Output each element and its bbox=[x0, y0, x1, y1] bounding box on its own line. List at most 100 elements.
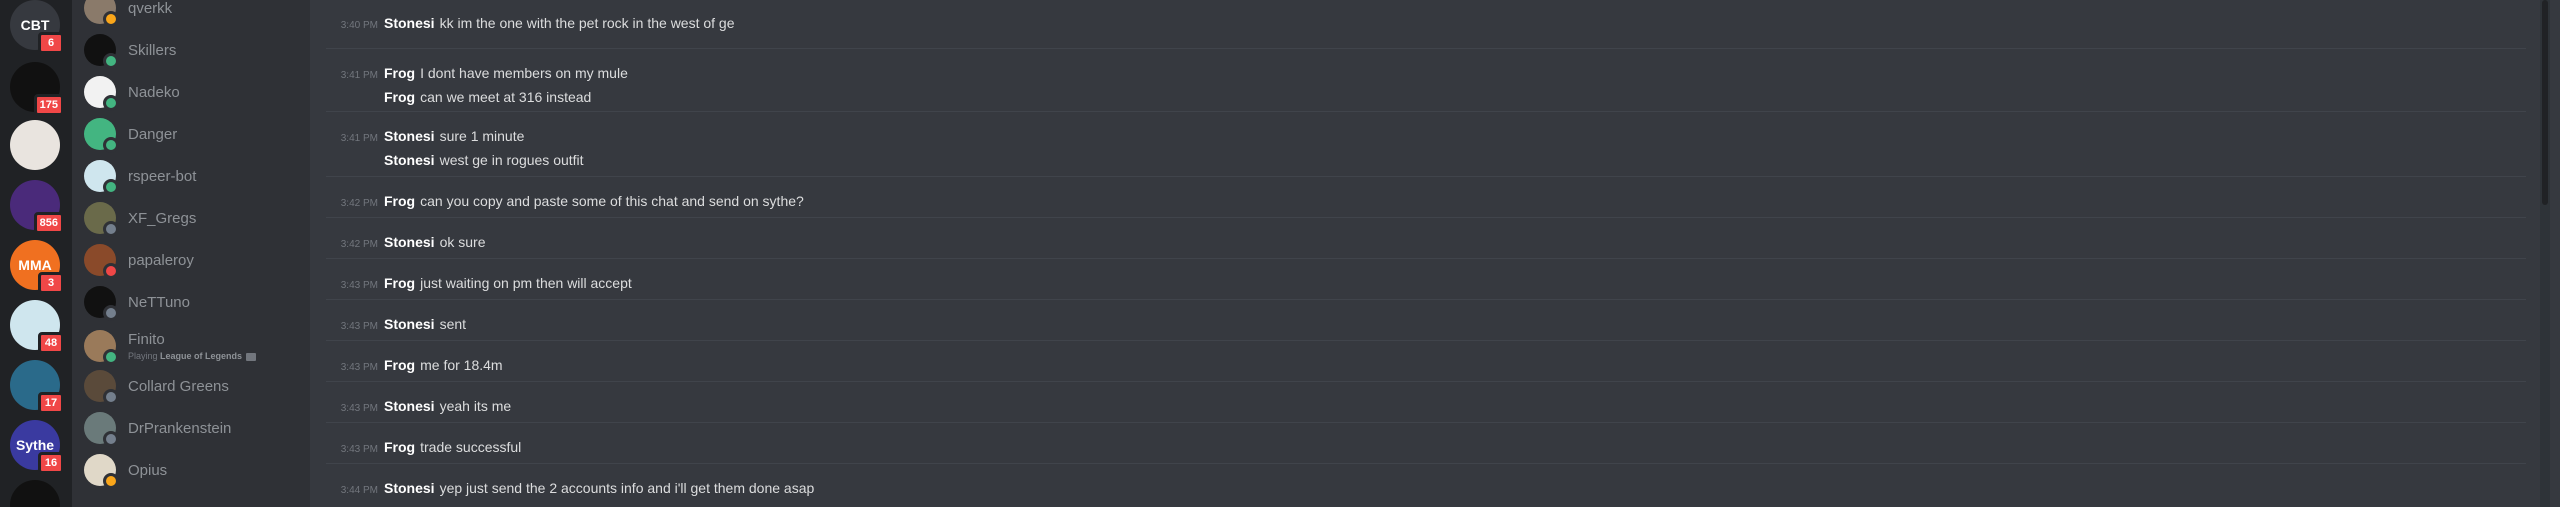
message-author[interactable]: Frog bbox=[384, 189, 415, 213]
member-text: Finito Playing League of Legends bbox=[128, 331, 257, 361]
scrollbar-thumb[interactable] bbox=[2542, 0, 2548, 205]
status-indicator bbox=[103, 349, 119, 365]
message-author[interactable]: Stonesi bbox=[384, 476, 435, 500]
member-name: XF_Gregs bbox=[128, 209, 197, 227]
message-author[interactable]: Frog bbox=[384, 61, 415, 85]
server-icon[interactable]: 48 bbox=[10, 300, 64, 354]
message-group: 3:42 PM Stonesi ok sure bbox=[326, 217, 2526, 254]
message-group: 3:41 PM Frog I dont have members on my mul… bbox=[326, 48, 2526, 109]
status-indicator bbox=[103, 305, 119, 321]
message-author[interactable]: Stonesi bbox=[384, 11, 435, 35]
mention-badge: 16 bbox=[38, 452, 64, 474]
server-label: MMA bbox=[18, 257, 52, 273]
server-icon[interactable]: 175 bbox=[10, 62, 64, 116]
avatar bbox=[84, 286, 119, 321]
member-item[interactable]: Collard Greens bbox=[82, 366, 302, 406]
message-line: 3:41 PM Stonesi sure 1 minute bbox=[326, 124, 2526, 148]
member-text: rspeer-bot bbox=[128, 168, 196, 185]
mention-badge: 175 bbox=[33, 94, 64, 116]
member-text: Opius bbox=[128, 462, 167, 479]
server-icon[interactable] bbox=[10, 480, 60, 507]
message-author[interactable]: Stonesi bbox=[384, 148, 435, 172]
member-text: NeTTuno bbox=[128, 294, 190, 311]
message-timestamp: 3:42 PM bbox=[340, 198, 378, 209]
message-author[interactable]: Frog bbox=[384, 271, 415, 295]
member-name: Skillers bbox=[128, 41, 177, 59]
message-author[interactable]: Frog bbox=[384, 353, 415, 377]
message-timestamp: 3:41 PM bbox=[340, 133, 378, 144]
message-line: 3:41 PM Frog I dont have members on my mul… bbox=[326, 61, 2526, 85]
mention-badge: 48 bbox=[38, 332, 64, 354]
mention-badge: 3 bbox=[38, 272, 64, 294]
member-item[interactable]: NeTTuno bbox=[82, 282, 302, 322]
status-indicator bbox=[103, 431, 119, 447]
message-author[interactable]: Stonesi bbox=[384, 394, 435, 418]
message-author[interactable]: Stonesi bbox=[384, 124, 435, 148]
member-item[interactable]: Nadeko bbox=[82, 72, 302, 112]
message-group: 3:43 PM Frog me for 18.4m bbox=[326, 340, 2526, 377]
member-item[interactable]: Skillers bbox=[82, 30, 302, 70]
message-group: 3:43 PM Stonesi yeah its me bbox=[326, 381, 2526, 418]
status-indicator bbox=[103, 221, 119, 237]
server-icon[interactable]: 856 bbox=[10, 180, 64, 234]
member-item[interactable]: papaleroy bbox=[82, 240, 302, 280]
server-icon[interactable]: Sythe 16 bbox=[10, 420, 64, 474]
message-group: 3:44 PM Stonesi yep just send the 2 accoun… bbox=[326, 463, 2526, 500]
message-line: 3:43 PM Frog me for 18.4m bbox=[326, 353, 2526, 377]
status-indicator bbox=[103, 11, 119, 27]
server-label: CBT bbox=[20, 17, 50, 33]
avatar bbox=[84, 412, 119, 447]
member-name: rspeer-bot bbox=[128, 167, 197, 185]
avatar bbox=[84, 0, 119, 27]
rich-presence-icon bbox=[246, 352, 257, 361]
message-line: 3:43 PM Stonesi yeah its me bbox=[326, 394, 2526, 418]
member-name: Opius bbox=[128, 461, 168, 479]
chat-messages: 3:40 PM Stonesi kk im the one with the pet… bbox=[310, 0, 2550, 507]
member-item[interactable]: qverkk bbox=[82, 0, 302, 28]
member-item[interactable]: rspeer-bot bbox=[82, 156, 302, 196]
status-indicator bbox=[103, 179, 119, 195]
member-item[interactable]: DrPrankenstein bbox=[82, 408, 302, 448]
status-indicator bbox=[103, 137, 119, 153]
member-item[interactable]: XF_Gregs bbox=[82, 198, 302, 238]
server-label: Sythe bbox=[15, 437, 55, 453]
message-author[interactable]: Stonesi bbox=[384, 230, 435, 254]
avatar bbox=[84, 160, 119, 195]
message-content: just waiting on pm then will accept bbox=[420, 275, 632, 291]
message-group: 3:43 PM Frog just waiting on pm then will … bbox=[326, 258, 2526, 295]
member-text: Nadeko bbox=[128, 84, 180, 101]
message-content: sure 1 minute bbox=[439, 128, 525, 144]
chat-scrollbar[interactable] bbox=[2540, 0, 2550, 507]
avatar bbox=[84, 244, 119, 279]
member-name: Danger bbox=[128, 125, 178, 143]
message-group: 3:40 PM Stonesi kk im the one with the pet… bbox=[326, 0, 2526, 35]
server-icon[interactable]: CBT 6 bbox=[10, 0, 64, 54]
message-timestamp: 3:43 PM bbox=[340, 280, 378, 291]
status-indicator bbox=[103, 473, 119, 489]
message-timestamp: 3:41 PM bbox=[340, 70, 378, 81]
message-timestamp: 3:43 PM bbox=[340, 444, 378, 455]
mention-badge: 856 bbox=[33, 212, 64, 234]
server-icon[interactable]: 17 bbox=[10, 360, 64, 414]
message-author[interactable]: Frog bbox=[384, 435, 415, 459]
message-content: trade successful bbox=[420, 439, 522, 455]
member-name: NeTTuno bbox=[128, 293, 190, 311]
avatar bbox=[84, 370, 119, 405]
mention-badge: 17 bbox=[38, 392, 64, 414]
server-icon[interactable]: MMA 3 bbox=[10, 240, 64, 294]
member-item[interactable]: Finito Playing League of Legends bbox=[82, 326, 302, 366]
message-author[interactable]: Frog bbox=[384, 85, 415, 109]
message-content: kk im the one with the pet rock in the w… bbox=[439, 15, 735, 31]
member-name: DrPrankenstein bbox=[128, 419, 232, 437]
status-indicator bbox=[103, 53, 119, 69]
message-timestamp: 3:44 PM bbox=[340, 485, 378, 496]
message-group: 3:41 PM Stonesi sure 1 minute Stonesi west g… bbox=[326, 111, 2526, 172]
message-author[interactable]: Stonesi bbox=[384, 312, 435, 336]
avatar bbox=[84, 202, 119, 237]
member-item[interactable]: Danger bbox=[82, 114, 302, 154]
member-item[interactable]: Opius bbox=[82, 450, 302, 490]
member-name: papaleroy bbox=[128, 251, 194, 269]
member-text: Danger bbox=[128, 126, 177, 143]
server-icon[interactable] bbox=[10, 120, 60, 170]
message-content: ok sure bbox=[439, 234, 486, 250]
